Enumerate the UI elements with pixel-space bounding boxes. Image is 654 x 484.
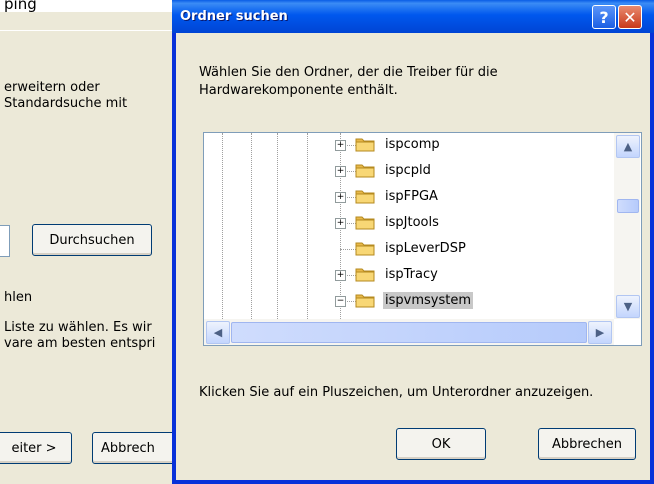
tree-item[interactable]: + ispJtools [204,211,614,237]
horizontal-scrollbar[interactable]: ◀ ▶ [204,319,614,345]
scroll-up-icon[interactable]: ▲ [616,135,640,158]
dialog-title: Ordner suchen [180,9,288,24]
tree-item-label: ispvmsystem [383,292,473,309]
dialog-prompt: Wählen Sie den Ordner, der die Treiber f… [199,65,498,98]
background-window-topbar: ping [0,0,178,13]
folder-icon [355,294,375,308]
background-text: Liste zu wählen. Es wir [4,320,152,335]
next-button[interactable]: eiter > [0,432,72,464]
horizontal-scroll-thumb[interactable] [231,322,587,343]
tree-item-label: ispLeverDSP [385,241,466,256]
folder-icon [355,164,375,178]
vertical-scroll-thumb[interactable] [617,199,639,213]
folder-icon [355,242,375,256]
ok-button[interactable]: OK [396,428,486,460]
background-text: vare am besten entspri [4,336,156,351]
background-text: hlen [4,290,33,305]
tree-item-label: ispTracy [385,267,438,282]
expand-icon[interactable]: + [335,192,346,203]
tree-item-label: ispFPGA [385,189,438,204]
tree-item[interactable]: − ispvmsystem [204,289,614,315]
dialog-client-area: Wählen Sie den Ordner, der die Treiber f… [176,33,650,480]
folder-tree[interactable]: + ispcomp + ispcpld + ispFPGA + ispJtools ispLev… [203,132,642,346]
scroll-right-icon[interactable]: ▶ [588,321,612,344]
expand-icon[interactable]: + [335,140,346,151]
background-text: Standardsuche mit [4,96,128,111]
folder-icon [355,138,375,152]
background-wizard-window: ping erweitern oder Standardsuche mit Du… [0,0,182,484]
background-text: erweitern oder [4,80,100,95]
expand-icon[interactable]: + [335,166,346,177]
browse-button[interactable]: Durchsuchen [32,224,152,256]
close-icon[interactable]: ✕ [618,5,642,29]
tree-item-label: ispcomp [385,137,440,152]
scroll-down-icon[interactable]: ▼ [616,295,640,318]
path-input-fragment[interactable] [0,225,10,257]
tree-item[interactable]: + ispcpld [204,159,614,185]
hint-text: Klicken Sie auf ein Pluszeichen, um Unte… [199,385,594,400]
background-cancel-button[interactable]: Abbrech [92,432,182,464]
vertical-scrollbar[interactable]: ▲ ▼ [614,133,640,319]
help-icon[interactable]: ? [592,5,616,29]
tree-item[interactable]: + ispcomp [204,133,614,159]
scroll-left-icon[interactable]: ◀ [206,321,230,344]
tree-item-label: ispJtools [385,215,439,230]
tree-item[interactable]: + ispFPGA [204,185,614,211]
folder-icon [355,268,375,282]
folder-icon [355,190,375,204]
tree-item[interactable]: ispLeverDSP [204,237,614,263]
expand-icon[interactable]: + [335,270,346,281]
divider [0,30,178,31]
folder-icon [355,216,375,230]
background-caption: ping [4,0,37,13]
tree-item[interactable]: + ispTracy [204,263,614,289]
expand-icon[interactable]: + [335,218,346,229]
browse-folder-dialog: Ordner suchen ? ✕ Wählen Sie den Ordner,… [172,0,654,484]
tree-item-label: ispcpld [385,163,431,178]
tree-connector [340,249,356,250]
collapse-icon[interactable]: − [335,296,346,307]
dialog-titlebar[interactable]: Ordner suchen ? ✕ [172,0,654,33]
cancel-button[interactable]: Abbrechen [538,428,636,460]
